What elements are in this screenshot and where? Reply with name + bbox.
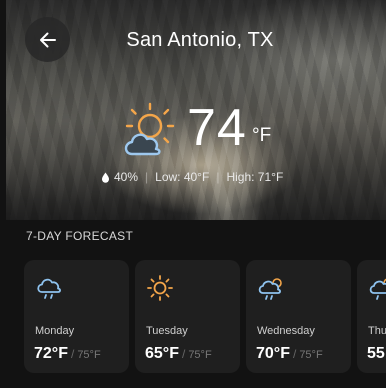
- forecast-day: Tuesday: [146, 325, 188, 337]
- high-temperature: High: 71°F: [226, 170, 284, 184]
- forecast-card[interactable]: Tuesday 65°F/75°F: [135, 260, 240, 373]
- cloud-sun-rain-icon: [369, 278, 386, 300]
- divider: /: [70, 347, 75, 361]
- partly-cloudy-sun-icon: [124, 102, 175, 156]
- forecast-temps: 72°F/75°F: [34, 345, 101, 363]
- back-button[interactable]: [25, 17, 70, 62]
- low-temperature: Low: 40°F: [155, 170, 210, 184]
- forecast-card[interactable]: Wednesday 70°F/75°F: [246, 260, 351, 373]
- rain-cloud-icon: [37, 278, 61, 299]
- forecast-low: 75°F: [77, 349, 101, 361]
- forecast-low: 75°F: [188, 349, 212, 361]
- forecast-day: Monday: [35, 325, 75, 337]
- forecast-temps: 55: [367, 345, 385, 363]
- cloud-sun-rain-icon: [258, 278, 282, 300]
- divider: |: [145, 170, 149, 184]
- forecast-low: 75°F: [299, 349, 323, 361]
- temperature-unit: °F: [252, 125, 272, 146]
- forecast-card[interactable]: Thu 55: [357, 260, 386, 373]
- forecast-temps: 70°F/75°F: [256, 345, 323, 363]
- divider: |: [216, 170, 220, 184]
- arrow-left-icon: [39, 32, 56, 47]
- sun-icon: [147, 275, 173, 301]
- current-temperature: 74: [187, 99, 247, 157]
- humidity-value: 40%: [114, 170, 139, 184]
- forecast-title: 7-DAY FORECAST: [26, 229, 134, 243]
- forecast-high: 72°F: [34, 345, 68, 362]
- city-title: San Antonio, TX: [126, 29, 274, 51]
- forecast-high: 65°F: [145, 345, 179, 362]
- forecast-carousel[interactable]: Monday 72°F/75°F Tuesday 65°F/75°F Wedne…: [24, 260, 386, 374]
- humidity-drop-icon: [101, 172, 110, 183]
- forecast-card[interactable]: Monday 72°F/75°F: [24, 260, 129, 373]
- forecast-day: Thu: [368, 325, 386, 337]
- divider: /: [292, 347, 297, 361]
- forecast-day: Wednesday: [257, 325, 315, 337]
- divider: /: [181, 347, 186, 361]
- forecast-high: 55: [367, 345, 385, 362]
- forecast-high: 70°F: [256, 345, 290, 362]
- forecast-temps: 65°F/75°F: [145, 345, 212, 363]
- current-stats: 40% | Low: 40°F | High: 71°F: [101, 170, 283, 184]
